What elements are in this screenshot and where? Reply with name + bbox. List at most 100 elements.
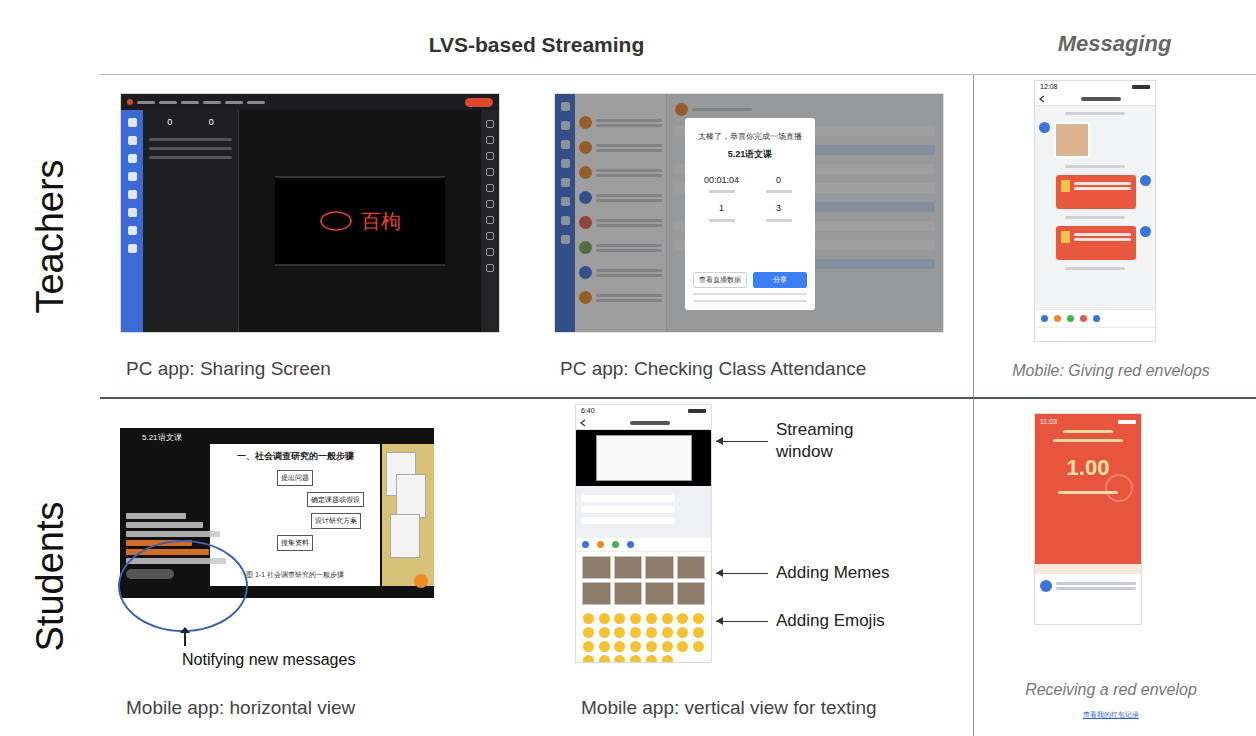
tool-icon[interactable] [1093,315,1100,322]
emoji-icon[interactable] [583,627,594,638]
status-bar: 6:40 [576,405,711,416]
meme-sticker[interactable] [645,582,674,605]
emoji-icon[interactable] [614,627,625,638]
modal-button[interactable]: 分享 [753,272,807,288]
streaming-title: LVS-based Streaming [429,29,645,61]
emoji-icon[interactable] [614,613,625,624]
figure-panel: 00百枸PC app: Sharing Screen [100,75,552,397]
course-name: 5.21语文课 [693,148,807,162]
stat-value: 1 [693,202,750,216]
nav-icon[interactable] [128,208,137,217]
signal-battery-icon [1132,85,1150,89]
emoji-icon[interactable] [693,641,704,652]
meme-sticker[interactable] [677,582,706,605]
emoji-icon[interactable] [662,641,673,652]
emoji-icon[interactable] [630,613,641,624]
nav-icon[interactable] [128,172,137,181]
emoji-icon[interactable] [599,641,610,652]
tool-icon[interactable] [582,541,589,548]
nav-icon[interactable] [128,118,137,127]
emoji-icon[interactable] [646,655,657,663]
emoji-icon[interactable] [630,655,641,663]
text-line [149,147,232,150]
message-input[interactable] [126,569,174,579]
back-icon [1039,95,1045,103]
nav-icon[interactable] [128,190,137,199]
tool-icon[interactable] [627,541,634,548]
shared-slide [596,435,692,481]
emoji-icon[interactable] [630,641,641,652]
emoji-icon[interactable] [599,655,610,663]
meme-sticker[interactable] [677,556,706,579]
emoji-icon[interactable] [677,613,688,624]
tool-icon[interactable] [486,152,494,160]
emoji-icon[interactable] [662,627,673,638]
end-live-button[interactable] [465,98,493,107]
tool-icon[interactable] [486,168,494,176]
emoji-icon[interactable] [646,641,657,652]
emoji-icon[interactable] [583,641,594,652]
tool-icon[interactable] [597,541,604,548]
red-envelope[interactable] [1056,226,1136,260]
emoji-icon[interactable] [677,641,688,652]
emoji-icon[interactable] [614,641,625,652]
tool-icon[interactable] [1054,315,1061,322]
meme-sticker[interactable] [645,556,674,579]
emoji-icon[interactable] [677,627,688,638]
like-button-icon[interactable] [414,574,428,588]
share-body: 00百枸 [121,110,499,332]
sent-message [1039,175,1151,209]
header-spacer [0,0,100,75]
envelope-amount: 1.00 [1067,451,1110,484]
tool-icon[interactable] [612,541,619,548]
photo-message[interactable] [1054,122,1090,158]
meme-sticker[interactable] [614,582,643,605]
nav-icon[interactable] [128,136,137,145]
tool-icon[interactable] [1041,315,1048,322]
records-link[interactable]: 查看我的红包记录 [1083,710,1139,731]
text-line [1056,587,1136,590]
emoji-icon[interactable] [693,627,704,638]
emoji-icon[interactable] [614,655,625,663]
meme-sticker[interactable] [582,582,611,605]
arrow-icon [716,441,768,442]
row-label-cell: Students [0,397,100,736]
shared-slide: 一、社会调查研究的一般步骤提出问题确定课题或假设设计研究方案搜集资料图 1-1 … [210,444,380,586]
tool-icon[interactable] [486,232,494,240]
emoji-icon[interactable] [662,613,673,624]
emoji-icon[interactable] [583,655,594,663]
emoji-icon[interactable] [630,627,641,638]
receiver-row [1035,574,1141,598]
emoji-icon[interactable] [599,613,610,624]
modal-button[interactable]: 查看直播数据 [693,272,747,288]
message-input[interactable] [1035,327,1155,341]
tool-icon[interactable] [486,120,494,128]
nav-icon[interactable] [128,244,137,253]
emoji-icon[interactable] [646,613,657,624]
emoji-icon[interactable] [693,613,704,624]
tool-icon[interactable] [1080,315,1087,322]
tool-icon[interactable] [486,200,494,208]
tool-icon[interactable] [1067,315,1074,322]
red-envelope[interactable] [1056,175,1136,209]
emoji-icon[interactable] [599,627,610,638]
tool-icon[interactable] [486,248,494,256]
tool-icon[interactable] [486,264,494,272]
tool-icon[interactable] [486,136,494,144]
emoji-icon[interactable] [662,655,673,663]
meme-sticker[interactable] [582,556,611,579]
annotation-text: Adding Emojis [776,610,885,632]
nav-icon[interactable] [128,154,137,163]
emoji-icon[interactable] [583,613,594,624]
chat-messages [576,486,711,538]
screen-share-screenshot: 00百枸 [120,93,500,333]
nav-icon[interactable] [128,226,137,235]
emoji-icon[interactable] [646,627,657,638]
tool-icon[interactable] [486,184,494,192]
figure-panel: 太棒了，恭喜你完成一场直播5.21语文课00:01:04013查看直播数据分享P… [552,75,973,397]
meme-sticker[interactable] [614,556,643,579]
chat-message [126,558,226,564]
panel-caption: Mobile: Giving red envelops [1012,359,1209,391]
tool-icon[interactable] [486,216,494,224]
figure-panel: 11:031.00Receiving a red envelop查看我的红包记录 [973,397,1256,736]
